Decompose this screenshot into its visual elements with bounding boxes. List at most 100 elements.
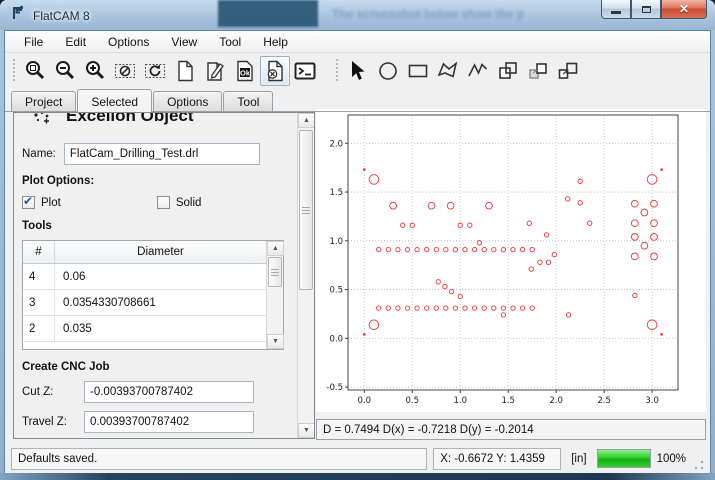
travel-z-input[interactable] <box>84 411 254 433</box>
toolbar-select-pointer-button[interactable] <box>343 56 373 86</box>
toolbar-copy-objects-button[interactable] <box>493 56 523 86</box>
minimize-icon <box>611 11 621 14</box>
plot-options-label: Plot Options: <box>22 175 291 187</box>
minimize-button[interactable] <box>601 0 631 19</box>
copy-geometry-icon <box>526 59 550 83</box>
plot-canvas[interactable]: 0.00.51.01.52.02.53.0-0.50.00.51.01.52.0 <box>316 109 706 412</box>
toolbar-zoom-fit-button[interactable] <box>20 56 50 86</box>
cnc-job-title: Create CNC Job <box>22 361 291 373</box>
object-title: Excellon Object <box>66 113 194 126</box>
table-row[interactable]: 20.035 <box>23 316 266 342</box>
panel-scroll-up-icon[interactable]: ▲ <box>298 113 315 128</box>
app-icon <box>10 5 26 26</box>
progress-bar <box>597 449 651 468</box>
tab-selected[interactable]: Selected <box>77 89 152 112</box>
toolbar-ok-file-button[interactable]: Ok <box>230 56 260 86</box>
draw-polygon-icon <box>436 59 460 83</box>
tab-project[interactable]: Project <box>11 91 76 112</box>
toolbar-edit-file-button[interactable] <box>200 56 230 86</box>
svg-text:0.0: 0.0 <box>358 396 372 406</box>
drill-icon <box>30 113 54 133</box>
selected-object-panel: Excellon Object Name: Plot Options: Plot… <box>13 112 315 439</box>
close-button[interactable]: ✕ <box>661 0 707 19</box>
panel-scroll-down-icon[interactable]: ▼ <box>298 423 315 438</box>
maximize-icon <box>642 6 651 13</box>
toolbar-grip[interactable] <box>11 59 16 83</box>
svg-text:1.5: 1.5 <box>329 188 343 198</box>
svg-text:1.5: 1.5 <box>501 396 515 406</box>
toolbar-draw-polyline-button[interactable] <box>463 56 493 86</box>
toolbar-grip-2[interactable] <box>334 59 339 83</box>
tool-number: 2 <box>23 316 55 341</box>
menu-file[interactable]: File <box>13 32 54 52</box>
menu-view[interactable]: View <box>160 32 208 52</box>
svg-text:-0.5: -0.5 <box>326 383 343 393</box>
plot-checkbox[interactable] <box>22 196 35 209</box>
tools-scroll-thumb[interactable] <box>268 257 282 287</box>
toolbar-draw-rectangle-button[interactable] <box>403 56 433 86</box>
table-row[interactable]: 30.0354330708661 <box>23 290 266 316</box>
progress-percent: 100% <box>657 453 686 465</box>
toolbar-clear-plot-button[interactable] <box>110 56 140 86</box>
scroll-down-icon[interactable]: ▼ <box>267 334 284 349</box>
tools-table: # Diameter 40.0630.035433070866120.035 ▲… <box>22 240 284 350</box>
ok-file-icon: Ok <box>233 59 257 83</box>
zoom-out-icon <box>53 59 77 83</box>
status-message: Defaults saved. <box>11 448 427 470</box>
tools-table-scrollbar[interactable]: ▲ ▼ <box>266 241 283 349</box>
toolbar-replot-button[interactable] <box>140 56 170 86</box>
toolbar-shell-button[interactable] <box>290 56 320 86</box>
clear-plot-icon <box>113 59 137 83</box>
toolbar-move-objects-button[interactable] <box>553 56 583 86</box>
toolbar-zoom-in-button[interactable] <box>80 56 110 86</box>
background-window-fragment <box>218 0 318 27</box>
menu-edit[interactable]: Edit <box>54 32 97 52</box>
svg-text:1.0: 1.0 <box>453 396 467 406</box>
menu-tool[interactable]: Tool <box>208 32 252 52</box>
cut-z-input[interactable] <box>84 381 254 403</box>
name-label: Name: <box>22 148 56 160</box>
tab-options[interactable]: Options <box>153 91 222 112</box>
toolbar-draw-circle-button[interactable] <box>373 56 403 86</box>
toolbar-draw-polygon-button[interactable] <box>433 56 463 86</box>
table-row[interactable]: 40.06 <box>23 264 266 290</box>
name-input[interactable] <box>64 143 260 165</box>
shell-icon <box>293 59 317 83</box>
panel-scroll-thumb[interactable] <box>299 130 313 290</box>
toolbar: Ok <box>5 53 710 89</box>
flatcam-window: The screenshot below show the p FlatCAM … <box>0 0 715 480</box>
maximize-button[interactable] <box>631 0 661 19</box>
menubar: FileEditOptionsViewToolHelp <box>5 31 710 53</box>
svg-text:0.5: 0.5 <box>329 286 343 296</box>
travel-z-label: Travel Z: <box>22 416 84 428</box>
zoom-fit-icon <box>23 59 47 83</box>
draw-circle-icon <box>376 59 400 83</box>
tools-col-diameter[interactable]: Diameter <box>55 241 266 263</box>
tab-tool[interactable]: Tool <box>223 91 273 112</box>
tool-diameter: 0.06 <box>55 264 266 289</box>
toolbar-delete-object-button[interactable] <box>260 56 290 86</box>
panel-scrollbar[interactable]: ▲ ▼ <box>297 113 314 438</box>
close-icon: ✕ <box>679 2 689 16</box>
resize-grip[interactable] <box>694 460 704 470</box>
plot-svg: 0.00.51.01.52.02.53.0-0.50.00.51.01.52.0 <box>316 109 706 412</box>
scroll-up-icon[interactable]: ▲ <box>267 241 284 256</box>
toolbar-new-file-button[interactable] <box>170 56 200 86</box>
draw-rectangle-icon <box>406 59 430 83</box>
tool-diameter: 0.035 <box>55 316 266 341</box>
plot-checkbox-label: Plot <box>41 197 61 209</box>
tools-col-number[interactable]: # <box>23 241 55 263</box>
window-bottom-border <box>0 473 715 480</box>
tool-diameter: 0.0354330708661 <box>55 290 266 315</box>
menu-help[interactable]: Help <box>252 32 299 52</box>
toolbar-zoom-out-button[interactable] <box>50 56 80 86</box>
svg-text:0.0: 0.0 <box>329 334 343 344</box>
solid-checkbox[interactable] <box>157 196 170 209</box>
titlebar[interactable]: The screenshot below show the p FlatCAM … <box>0 0 715 30</box>
menu-options[interactable]: Options <box>97 32 160 52</box>
svg-text:0.5: 0.5 <box>406 396 420 406</box>
zoom-in-icon <box>83 59 107 83</box>
select-pointer-icon <box>346 59 370 83</box>
replot-icon <box>143 59 167 83</box>
toolbar-copy-geometry-button[interactable] <box>523 56 553 86</box>
